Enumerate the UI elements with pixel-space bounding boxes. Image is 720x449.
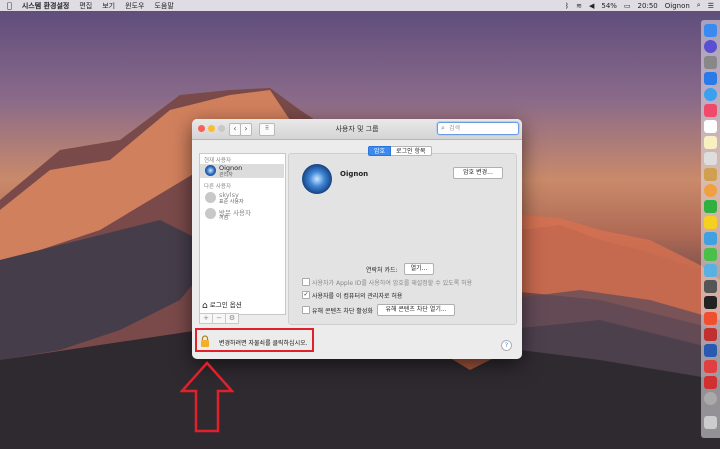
facetime-icon[interactable] — [704, 200, 717, 213]
user-item-guest[interactable]: 방문 사용자 꺼짐 — [204, 207, 284, 221]
apple-icon[interactable]:  — [7, 1, 12, 10]
siri-icon[interactable] — [704, 40, 717, 53]
bluetooth-icon[interactable]: ᛒ — [565, 2, 569, 10]
user-role: 관리자 — [219, 172, 233, 178]
search-placeholder: 검색 — [449, 125, 461, 132]
change-password-button[interactable]: 암호 변경... — [453, 167, 503, 179]
users-groups-window: ‹ › ⠿ 사용자 및 그룹 ⌕ 검색 현재 사용자 Oignon 관리자 다른… — [192, 119, 522, 359]
user-avatar-large[interactable] — [302, 164, 332, 194]
tab-password[interactable]: 암호 — [368, 146, 392, 156]
user-role: 꺼짐 — [219, 215, 229, 221]
finder-icon[interactable] — [704, 24, 717, 37]
system-prefs-icon[interactable] — [704, 392, 717, 405]
parental-open-button[interactable]: 유해 콘텐츠 차단 열기... — [377, 304, 455, 316]
avatar — [205, 192, 216, 203]
menu-view[interactable]: 보기 — [102, 1, 115, 11]
login-options-label: 로그인 옵션 — [209, 301, 242, 309]
contacts-card-label: 연락처 카드: — [366, 267, 398, 274]
apple-id-reset-checkbox[interactable] — [302, 278, 310, 286]
menu-help[interactable]: 도움말 — [154, 1, 173, 11]
user-item-current[interactable]: Oignon 관리자 — [200, 164, 284, 178]
other-users-header: 다른 사용자 — [204, 184, 232, 190]
gear-icon[interactable]: ⚙ — [225, 313, 239, 324]
terminal-icon[interactable] — [704, 280, 717, 293]
spotlight-icon[interactable]: ⌕ — [697, 1, 701, 10]
volume-icon[interactable]: ◀ — [589, 2, 594, 10]
add-user-button[interactable]: + — [199, 313, 213, 324]
launchpad-icon[interactable] — [704, 56, 717, 69]
avatar — [205, 165, 216, 176]
menu-bar:  시스템 환경설정 편집 보기 윈도우 도움말 ᛒ ≋ ◀ 54% ▭ 20:… — [0, 0, 720, 11]
reminders-icon[interactable] — [704, 152, 717, 165]
admin-label: 사용자를 이 컴퓨터의 관리자로 허용 — [312, 293, 403, 300]
notification-center-icon[interactable]: ☰ — [708, 2, 714, 10]
itunes-icon[interactable] — [704, 104, 717, 117]
contacts-icon[interactable] — [704, 168, 717, 181]
battery-percent[interactable]: 54% — [601, 2, 617, 10]
word-icon[interactable] — [704, 344, 717, 357]
remove-user-button[interactable]: − — [212, 313, 226, 324]
clock[interactable]: 20:50 — [638, 2, 658, 10]
dock — [701, 20, 720, 438]
calendar-icon[interactable] — [704, 120, 717, 133]
tab-bar: 암호 로그인 항목 — [368, 146, 432, 156]
line-icon[interactable] — [704, 248, 717, 261]
trash-icon[interactable] — [704, 416, 717, 429]
notes-icon[interactable] — [704, 136, 717, 149]
tab-login-items[interactable]: 로그인 항목 — [391, 146, 432, 156]
search-field[interactable]: ⌕ 검색 — [437, 122, 519, 135]
title-bar: ‹ › ⠿ 사용자 및 그룹 ⌕ 검색 — [192, 119, 522, 140]
help-button[interactable]: ? — [501, 340, 512, 351]
app-icon-2[interactable] — [704, 376, 717, 389]
highlight-box — [195, 328, 314, 352]
avatar — [205, 208, 216, 219]
parental-checkbox[interactable] — [302, 306, 310, 314]
kakaotalk-icon[interactable] — [704, 216, 717, 229]
search-icon: ⌕ — [441, 124, 445, 132]
sidebar-toolbar: + − ⚙ — [199, 313, 239, 324]
users-sidebar: 현재 사용자 Oignon 관리자 다른 사용자 skylsy 표준 사용자 방… — [199, 153, 286, 315]
house-icon: ⌂ — [202, 301, 208, 311]
detail-user-name: Oignon — [340, 170, 369, 178]
apple-id-reset-label: 사용자가 Apple ID를 사용하여 암호를 재설정할 수 있도록 허용 — [312, 280, 473, 287]
user-role: 표준 사용자 — [219, 199, 244, 205]
battery-icon[interactable]: ▭ — [624, 2, 631, 10]
menu-user[interactable]: Oignon — [665, 2, 690, 10]
photos-icon[interactable] — [704, 184, 717, 197]
contacts-open-button[interactable]: 열기... — [404, 263, 434, 275]
safari-icon[interactable] — [704, 88, 717, 101]
telegram-icon[interactable] — [704, 264, 717, 277]
up-arrow-annotation — [180, 361, 234, 433]
admin-checkbox[interactable]: ✓ — [302, 291, 310, 299]
menu-app-name[interactable]: 시스템 환경설정 — [22, 1, 70, 11]
pdf-icon[interactable] — [704, 328, 717, 341]
login-options-item[interactable]: ⌂ 로그인 옵션 — [202, 300, 282, 311]
wifi-icon[interactable]: ≋ — [576, 2, 582, 10]
app-icon[interactable] — [704, 360, 717, 373]
parental-label: 유해 콘텐츠 차단 활성화 — [312, 308, 373, 315]
menu-window[interactable]: 윈도우 — [125, 1, 144, 11]
current-users-header: 현재 사용자 — [204, 158, 232, 164]
powerpoint-icon[interactable] — [704, 312, 717, 325]
messages-icon[interactable] — [704, 232, 717, 245]
user-item-skylsy[interactable]: skylsy 표준 사용자 — [204, 191, 284, 205]
activity-icon[interactable] — [704, 296, 717, 309]
menu-edit[interactable]: 편집 — [79, 1, 92, 11]
appstore-icon[interactable] — [704, 72, 717, 85]
